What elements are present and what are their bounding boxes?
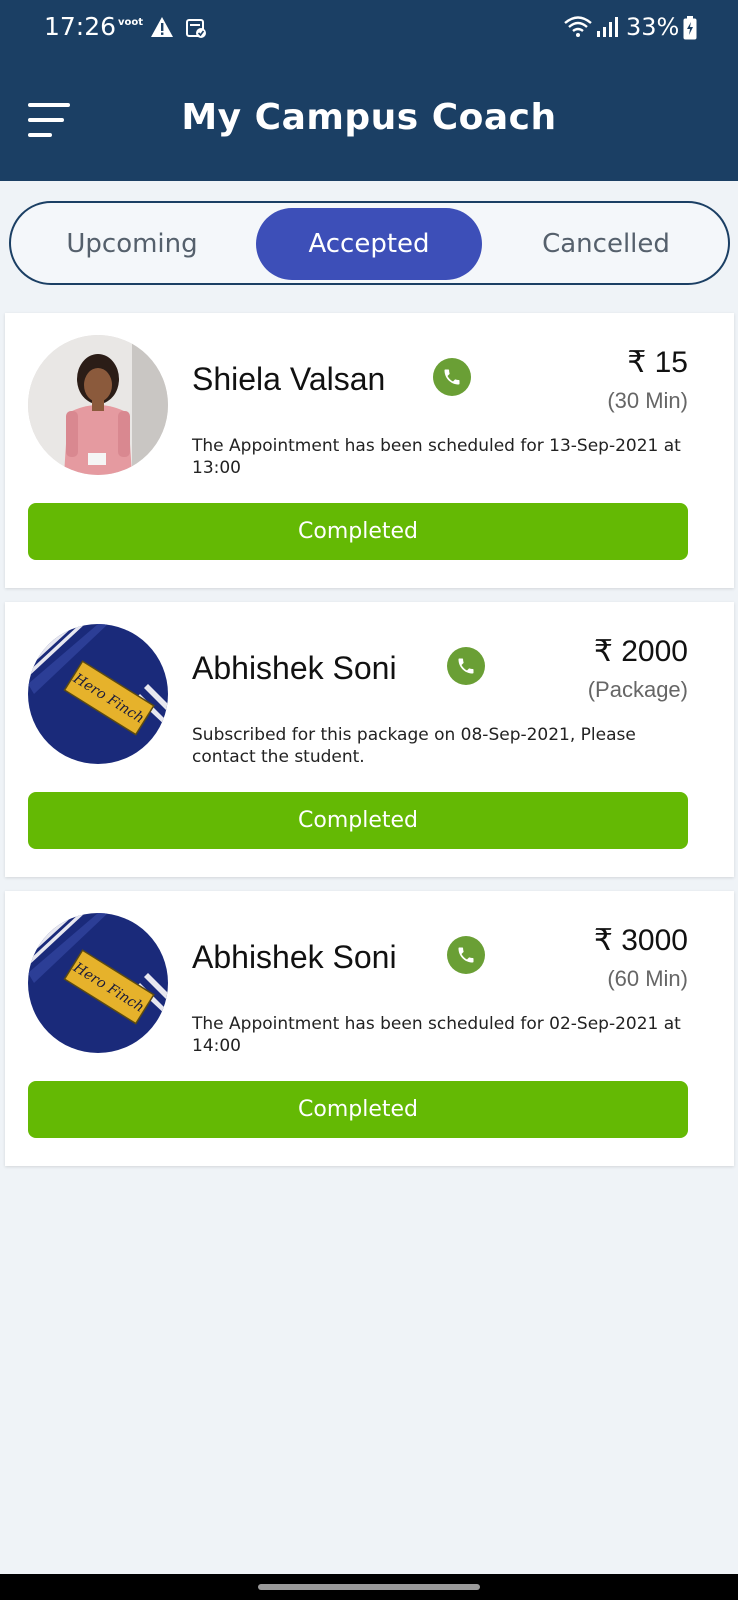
tab-cancelled[interactable]: Cancelled — [493, 208, 719, 280]
appointment-tabs: Upcoming Accepted Cancelled — [9, 201, 730, 285]
price-package: (Package) — [587, 677, 688, 702]
appointment-card: Hero Finch Abhishek Soni ₹ 3000 (60 Min)… — [5, 891, 734, 1166]
voot-icon: voot — [118, 18, 143, 28]
wifi-icon — [563, 15, 593, 43]
home-gesture-handle[interactable] — [258, 1584, 480, 1590]
price: ₹ 2000 — [593, 635, 688, 668]
avatar — [28, 335, 168, 475]
price-duration: (30 Min) — [607, 388, 688, 413]
completed-button[interactable]: Completed — [28, 1081, 688, 1138]
price: ₹ 3000 — [593, 924, 688, 957]
battery-charging-icon — [683, 16, 697, 44]
app-header: 17:26 voot 33% My Campus Coach — [0, 0, 738, 181]
status-bar: 17:26 voot 33% — [0, 0, 738, 58]
battery-percent: 33% — [626, 13, 680, 41]
tab-upcoming[interactable]: Upcoming — [19, 208, 245, 280]
avatar: Hero Finch — [28, 913, 168, 1053]
price: ₹ 15 — [627, 346, 688, 379]
system-navigation-bar — [0, 1574, 738, 1600]
coach-name: Shiela Valsan — [192, 361, 386, 397]
voot-label: voot — [118, 17, 144, 28]
phone-icon[interactable] — [447, 647, 485, 685]
completed-button[interactable]: Completed — [28, 792, 688, 849]
phone-icon[interactable] — [447, 936, 485, 974]
appointment-message: The Appointment has been scheduled for 1… — [192, 436, 681, 478]
completed-button[interactable]: Completed — [28, 503, 688, 560]
appointment-card: Shiela Valsan ₹ 15 (30 Min) The Appointm… — [5, 313, 734, 588]
tab-accepted[interactable]: Accepted — [256, 208, 482, 280]
appointment-message: The Appointment has been scheduled for 0… — [192, 1014, 681, 1056]
price-duration: (60 Min) — [607, 966, 688, 991]
coach-name: Abhishek Soni — [192, 650, 397, 686]
warning-icon — [150, 16, 174, 42]
appointment-message: Subscribed for this package on 08-Sep-20… — [192, 725, 636, 767]
page-title: My Campus Coach — [181, 97, 557, 138]
status-time: 17:26 — [44, 12, 117, 41]
avatar: Hero Finch — [28, 624, 168, 764]
appointment-card: Hero Finch Abhishek Soni ₹ 2000 (Package… — [5, 602, 734, 877]
phone-icon[interactable] — [433, 358, 471, 396]
coach-name: Abhishek Soni — [192, 939, 397, 975]
signal-icon — [596, 16, 618, 42]
calendar-check-icon — [185, 17, 207, 43]
